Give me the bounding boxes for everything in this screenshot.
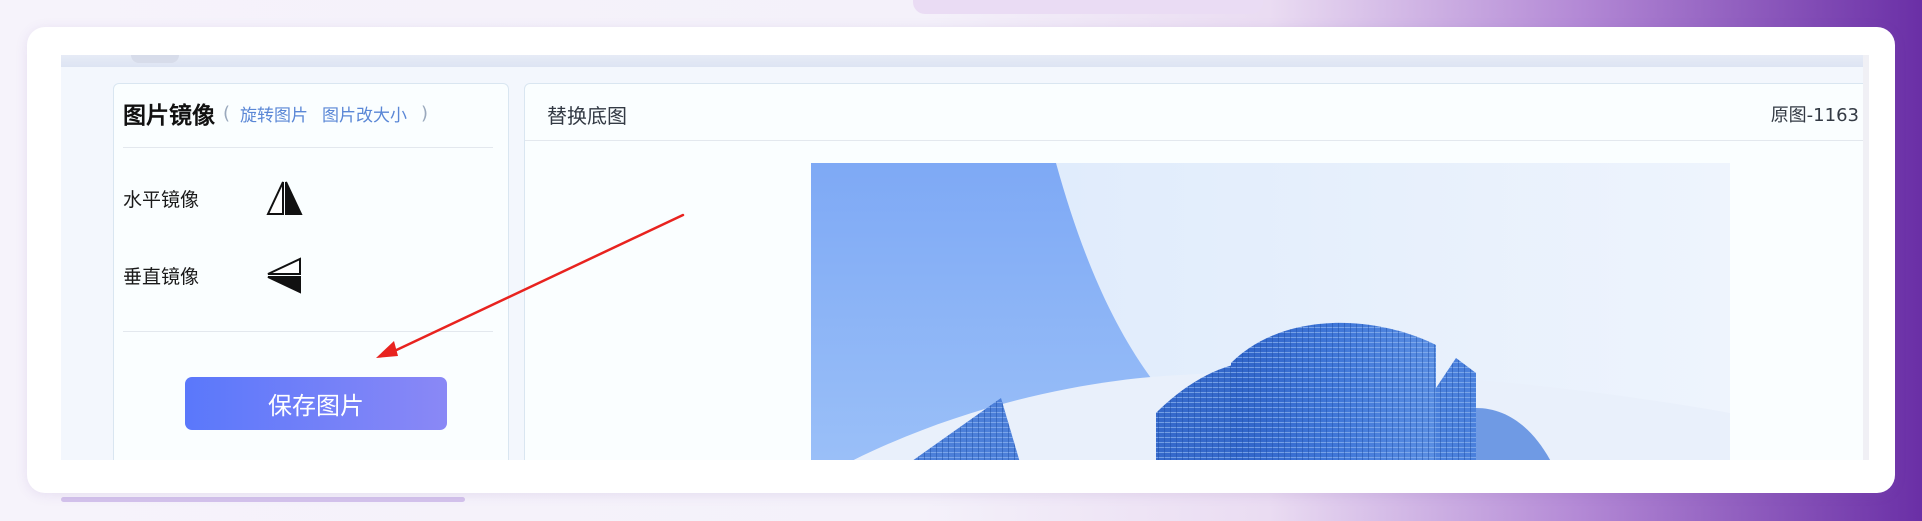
top-tab-decoration <box>913 0 1263 14</box>
rotate-image-link[interactable]: 旋转图片 <box>240 101 308 126</box>
horizontal-mirror-label: 水平镜像 <box>123 188 200 211</box>
panel-divider <box>123 331 493 332</box>
panel-title: 图片镜像 <box>123 103 215 129</box>
save-image-button[interactable]: 保存图片 <box>185 377 447 430</box>
app-screenshot: 图片镜像 ( 旋转图片 图片改大小 ) 水平镜像 垂直镜像 保存图片 替换底图 … <box>61 55 1869 460</box>
original-size-label: 原图-1163 <box>1770 105 1859 126</box>
preview-panel: 替换底图 原图-1163 <box>524 83 1863 460</box>
resize-image-link[interactable]: 图片改大小 <box>322 101 407 126</box>
close-paren: ) <box>421 102 429 124</box>
open-paren: ( <box>223 102 231 124</box>
vertical-mirror-icon[interactable] <box>265 256 303 294</box>
mirror-panel: 图片镜像 ( 旋转图片 图片改大小 ) 水平镜像 垂直镜像 保存图片 <box>113 83 509 460</box>
mirror-panel-header: 图片镜像 ( 旋转图片 图片改大小 ) <box>123 98 429 130</box>
horizontal-mirror-icon[interactable] <box>265 179 303 217</box>
preview-header: 替换底图 原图-1163 <box>525 84 1863 141</box>
top-toolbar-strip <box>61 55 1863 67</box>
vertical-mirror-label: 垂直镜像 <box>123 265 200 288</box>
preview-image <box>811 163 1730 460</box>
avatar <box>131 55 179 63</box>
vertical-mirror-row: 垂直镜像 <box>123 256 303 294</box>
replace-background-link[interactable]: 替换底图 <box>547 100 627 129</box>
bottom-accent-line <box>61 497 465 502</box>
panel-divider <box>123 147 493 148</box>
horizontal-mirror-row: 水平镜像 <box>123 181 303 215</box>
